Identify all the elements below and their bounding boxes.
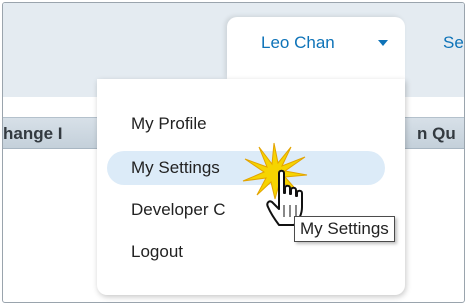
caret-down-icon[interactable]	[378, 40, 388, 46]
app-window: hange I n Qu Leo Chan Set My Profile My …	[2, 2, 465, 303]
tooltip: My Settings	[294, 216, 395, 242]
user-name-link[interactable]: Leo Chan	[261, 33, 335, 53]
setup-link[interactable]: Set	[443, 33, 464, 53]
tab-change[interactable]: hange I	[3, 124, 63, 144]
menu-item-my-profile[interactable]: My Profile	[107, 107, 385, 141]
tab-partial-right[interactable]: n Qu	[417, 124, 456, 144]
